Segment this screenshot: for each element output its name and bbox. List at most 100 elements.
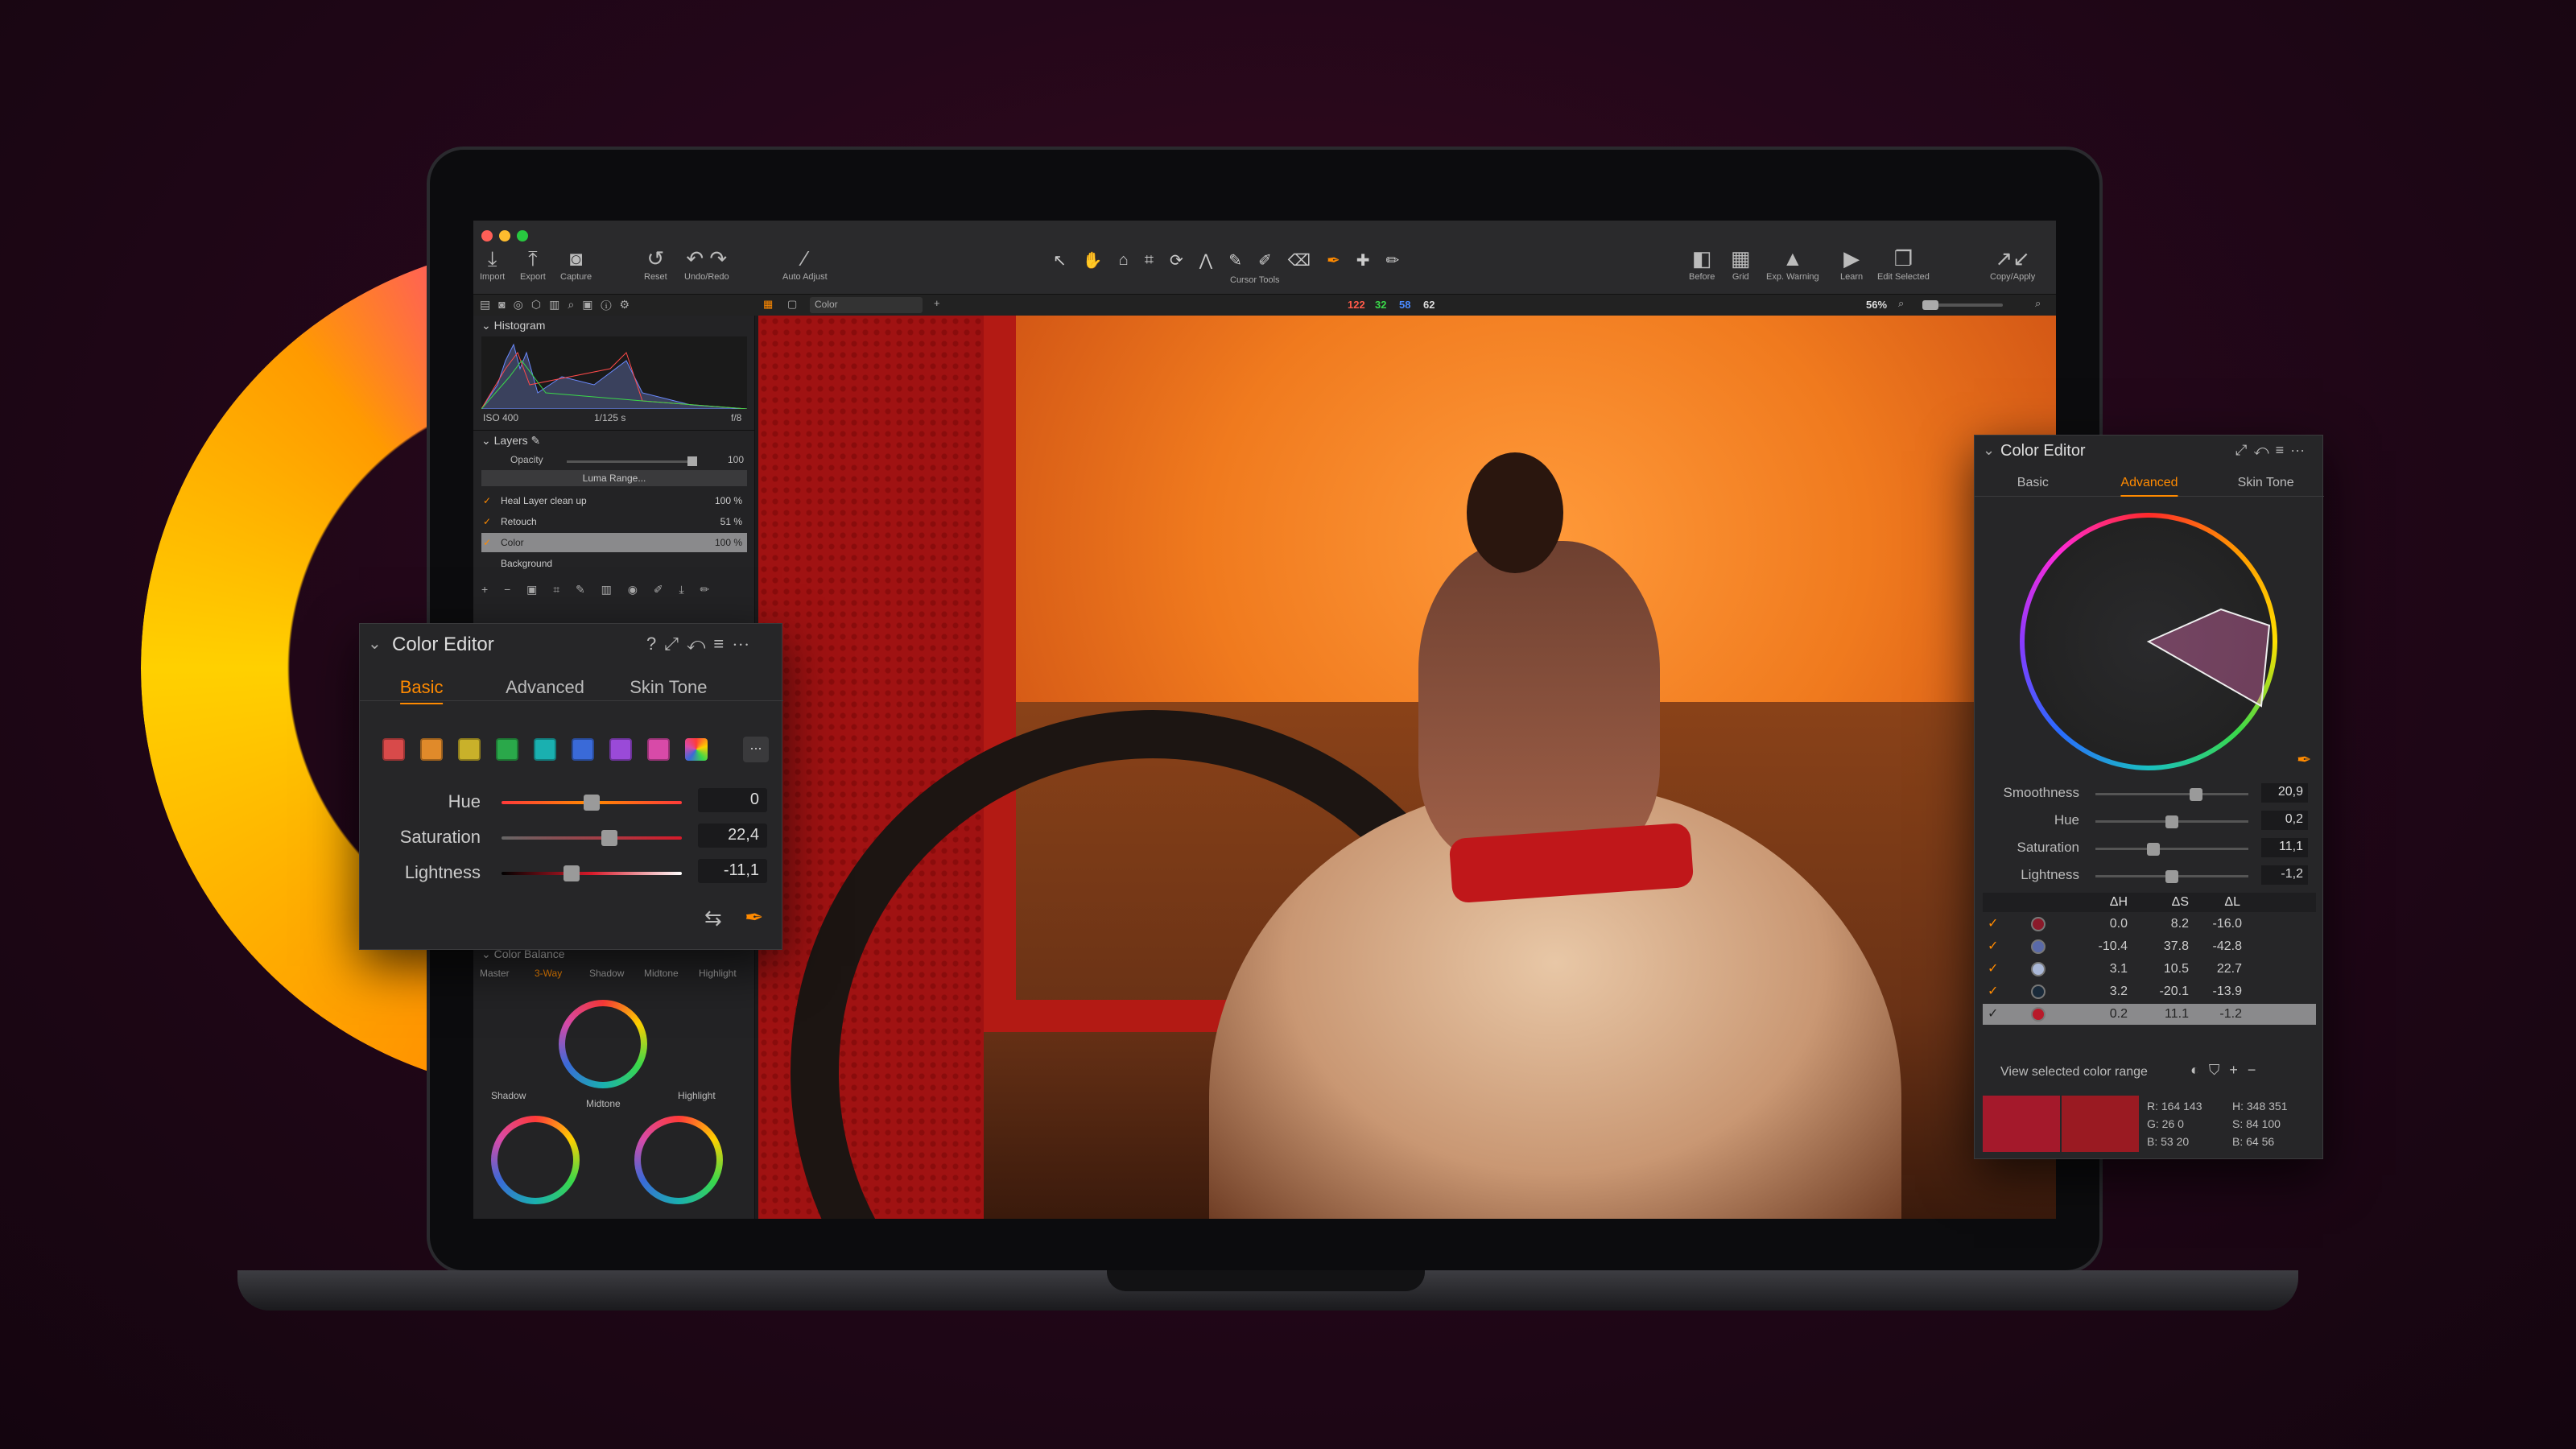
row-checkbox[interactable]: ✓ [1988,983,1998,999]
copy-apply-button[interactable]: ↗↙ Copy/Apply [1990,246,2035,282]
zoom-slider[interactable] [1922,300,2003,310]
panel-header-icons[interactable]: ?⤢↶≡⋯ [646,634,758,654]
slider-value[interactable]: 22,4 [698,824,767,848]
color-balance-tab[interactable]: Midtone [644,968,679,979]
color-range-row[interactable]: ✓ -10.4 37.8 -42.8 [1983,936,2316,957]
pointer-tool-icon[interactable]: ↖ [1053,250,1067,270]
before-button[interactable]: ◧ Before [1689,246,1715,282]
layer-checkbox[interactable] [483,558,494,569]
row-checkbox[interactable]: ✓ [1988,915,1998,931]
range-tool-icons[interactable]: ◐⛉+− [2190,1062,2265,1079]
rotate-tool-icon[interactable]: ⟳ [1170,250,1183,270]
heal-tool-icon[interactable]: ✚ [1356,250,1370,270]
eraser-tool-icon[interactable]: ⌫ [1288,250,1311,270]
reset-button[interactable]: ↺ Reset [644,246,667,282]
color-swatch[interactable] [496,738,518,761]
chevron-down-icon[interactable]: ⌄ [368,634,382,654]
crop-tool-icon[interactable]: ⌗ [1145,251,1154,270]
capture-button[interactable]: ◙ Capture [560,246,592,282]
color-picker-icon[interactable]: ✒ [2297,749,2311,770]
color-range-row[interactable]: ✓ 0.2 11.1 -1.2 [1983,1004,2316,1025]
chevron-down-icon[interactable]: ⌄ [1983,442,1995,459]
opacity-slider[interactable] [567,456,697,466]
pan-tool-icon[interactable]: ✋ [1083,250,1103,270]
row-checkbox[interactable]: ✓ [1988,960,1998,976]
histogram-header[interactable]: ⌄ Histogram [473,316,755,335]
photo-viewer[interactable] [758,316,2056,1219]
color-range-row[interactable]: ✓ 3.1 10.5 22.7 [1983,959,2316,980]
zoom-window-button[interactable] [517,230,528,242]
keystone-tool-icon[interactable]: ⋀ [1199,250,1212,270]
slider-track[interactable] [2095,870,2248,883]
slider-track[interactable] [502,830,682,846]
tab-skin-tone[interactable]: Skin Tone [2238,476,2294,490]
slider-knob[interactable] [584,795,600,811]
undo-redo-button[interactable]: ↶ ↷ Undo/Redo [684,246,729,282]
slider-knob[interactable] [2147,843,2161,856]
layer-tools[interactable]: + − ▣ ⌗ ✎ ▥ ◉ ✐ ⤓ ✏ [481,583,716,597]
loupe-tool-icon[interactable]: ⌂ [1119,251,1129,270]
highlight-wheel[interactable] [634,1116,723,1204]
single-view-icon[interactable]: ▢ [787,298,797,311]
brush-tool-icon[interactable]: ✐ [1258,250,1272,270]
add-icon[interactable]: + [934,297,940,309]
slider-knob[interactable] [2165,870,2178,883]
color-swatch[interactable] [572,738,594,761]
layer-row[interactable]: ✓ Color 100 % [481,533,747,552]
tab-advanced[interactable]: Advanced [2120,476,2178,497]
shadow-wheel[interactable] [491,1116,580,1204]
layer-row[interactable]: Background [481,554,747,573]
slider-value[interactable]: -11,1 [698,859,767,883]
layer-row[interactable]: ✓ Heal Layer clean up 100 % [481,491,747,510]
slider-value[interactable]: 0,2 [2261,811,2308,830]
tab-basic[interactable]: Basic [2017,476,2049,490]
layer-row[interactable]: ✓ Retouch 51 % [481,512,747,531]
slider-track[interactable] [502,795,682,811]
minimize-window-button[interactable] [499,230,510,242]
close-window-button[interactable] [481,230,493,242]
color-swatch[interactable] [647,738,670,761]
color-balance-tab[interactable]: Highlight [699,968,737,979]
color-range-selection[interactable] [2020,513,2277,770]
layer-checkbox[interactable]: ✓ [483,537,494,548]
multi-view-icon[interactable]: ▦ [763,298,773,311]
slider-track[interactable] [2095,843,2248,856]
rainbow-swatch[interactable] [685,738,708,761]
annotate-tool-icon[interactable]: ✏ [1386,250,1400,270]
tool-tab-icons[interactable]: ▤◙◎⬡▥⌕▣ⓘ⚙ [480,298,638,312]
more-colors-button[interactable]: ... [743,737,769,762]
slider-knob[interactable] [564,865,580,881]
color-swatch[interactable] [458,738,481,761]
panel-header-icons[interactable]: ⤢↶≡⋯ [2235,442,2311,459]
tab-basic[interactable]: Basic [399,677,444,704]
row-checkbox[interactable]: ✓ [1988,938,1998,954]
edit-selected-button[interactable]: ❐ Edit Selected [1877,246,1930,282]
luma-range-button[interactable]: Luma Range... [481,470,747,486]
layers-header[interactable]: ⌄ Layers ✎ [473,430,755,449]
learn-button[interactable]: ▶ Learn [1840,246,1863,282]
color-swatch[interactable] [420,738,443,761]
export-button[interactable]: ⤒ Export [520,246,546,282]
zoom-fit-icon[interactable]: ⌕ [2035,297,2041,310]
slider-knob[interactable] [2190,788,2203,801]
auto-adjust-button[interactable]: ⁄ Auto Adjust [782,246,828,282]
color-range-row[interactable]: ✓ 0.0 8.2 -16.0 [1983,914,2316,935]
zoom-icon[interactable]: ⌕ [1898,297,1904,310]
color-swatch[interactable] [382,738,405,761]
slider-knob[interactable] [2165,815,2178,828]
slider-track[interactable] [502,865,682,881]
slider-track[interactable] [2095,788,2248,801]
color-balance-tab[interactable]: Shadow [589,968,624,979]
exposure-warning-button[interactable]: ▲ Exp. Warning [1766,246,1819,282]
slider-value[interactable]: 11,1 [2261,838,2308,857]
color-balance-tab[interactable]: Master [480,968,510,979]
slider-value[interactable]: 0 [698,788,767,812]
slider-value[interactable]: 20,9 [2261,783,2308,803]
color-picker-icon[interactable]: ✒ [745,904,763,931]
color-range-row[interactable]: ✓ 3.2 -20.1 -13.9 [1983,981,2316,1002]
color-picker-tool-icon[interactable]: ✒ [1327,250,1340,270]
picker-tool-icon[interactable]: ✎ [1228,250,1242,270]
row-checkbox[interactable]: ✓ [1988,1005,1998,1022]
layer-checkbox[interactable]: ✓ [483,516,494,527]
color-balance-tab[interactable]: 3-Way [535,968,562,979]
